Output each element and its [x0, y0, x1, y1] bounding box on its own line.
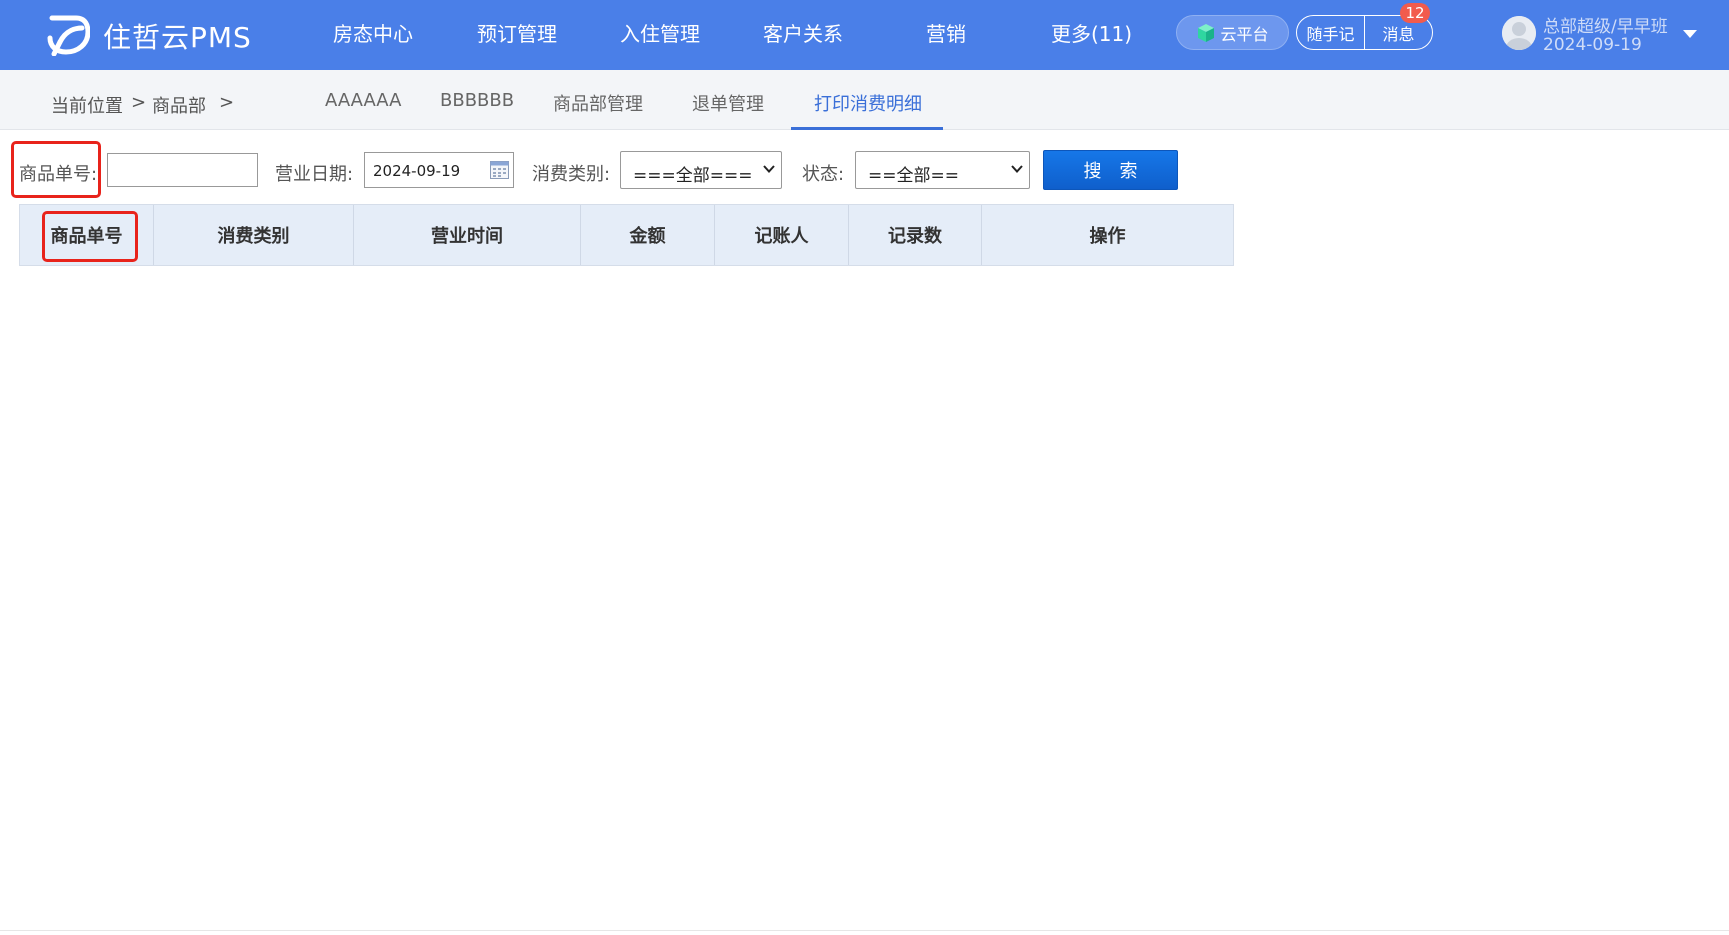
user-avatar[interactable]: [1502, 16, 1536, 50]
calendar-icon[interactable]: [490, 161, 509, 179]
status-select[interactable]: ==全部==: [855, 151, 1030, 189]
user-business-date: 2024-09-19: [1543, 35, 1642, 55]
business-date-label: 营业日期:: [275, 164, 354, 185]
records-table-header: 商品单号 消费类别 营业时间 金额 记账人 记录数 操作: [19, 204, 1234, 266]
consumption-category-label: 消费类别:: [532, 164, 611, 185]
brand-logo-icon[interactable]: [46, 14, 90, 56]
cloud-platform-label: 云平台: [1220, 24, 1269, 44]
breadcrumb-location: 当前位置: [51, 96, 123, 117]
nav-item-more[interactable]: 更多(11): [1051, 18, 1132, 47]
business-date-field[interactable]: 2024-09-19: [364, 152, 514, 188]
top-navigation-bar: 住哲云PMS 房态中心 预订管理 入住管理 客户关系 营销 更多(11) 云平台…: [0, 0, 1729, 70]
tab-bbbbbb[interactable]: BBBBBB: [440, 90, 514, 111]
breadcrumb-current[interactable]: 商品部: [152, 92, 206, 118]
column-header-amount: 金额: [581, 205, 715, 265]
cube-icon: [1198, 23, 1215, 42]
chevron-down-icon: [1011, 165, 1023, 173]
tab-aaaaaa[interactable]: AAAAAA: [325, 90, 401, 111]
notes-button[interactable]: 随手记: [1297, 16, 1364, 49]
user-icon: [1502, 16, 1536, 50]
nav-item-marketing[interactable]: 营销: [926, 18, 966, 47]
consumption-category-select[interactable]: ===全部===: [620, 151, 782, 189]
tab-refund-management[interactable]: 退单管理: [692, 90, 764, 116]
breadcrumb-separator: >: [131, 92, 147, 113]
cloud-platform-button[interactable]: 云平台: [1176, 15, 1289, 50]
order-number-label: 商品单号:: [19, 164, 98, 185]
tab-print-consumption-details[interactable]: 打印消费明细: [814, 90, 922, 116]
divider: [0, 930, 1729, 931]
column-header-record-count: 记录数: [849, 205, 982, 265]
chevron-down-icon: [763, 165, 775, 173]
highlight-box: [42, 211, 138, 262]
column-header-business-time: 营业时间: [354, 205, 581, 265]
active-tab-indicator: [791, 127, 943, 130]
status-label: 状态:: [802, 164, 845, 185]
message-count-badge: 12: [1400, 3, 1430, 23]
breadcrumb-separator: >: [219, 92, 235, 113]
nav-item-customer-relations[interactable]: 客户关系: [763, 18, 843, 47]
nav-item-check-in[interactable]: 入住管理: [620, 18, 700, 47]
order-number-input[interactable]: [107, 153, 258, 187]
column-header-consumption-category: 消费类别: [154, 205, 354, 265]
tab-product-dept-management[interactable]: 商品部管理: [553, 90, 643, 116]
consumption-category-value: ===全部===: [633, 166, 753, 186]
nav-item-room-status[interactable]: 房态中心: [333, 18, 413, 47]
user-name[interactable]: 总部超级/早早班: [1543, 12, 1668, 37]
status-value: ==全部==: [868, 166, 959, 186]
user-menu-chevron-down-icon[interactable]: [1683, 30, 1697, 38]
nav-item-reservations[interactable]: 预订管理: [477, 18, 557, 47]
brand-name: 住哲云PMS: [103, 21, 252, 54]
sub-navigation-bar: 当前位置 > 商品部 > AAAAAA BBBBBB 商品部管理 退单管理 打印…: [0, 70, 1729, 130]
search-button[interactable]: 搜索: [1043, 150, 1178, 190]
column-header-actions: 操作: [1089, 226, 1126, 247]
business-date-value: 2024-09-19: [373, 162, 461, 180]
column-header-recorder: 记账人: [715, 205, 849, 265]
